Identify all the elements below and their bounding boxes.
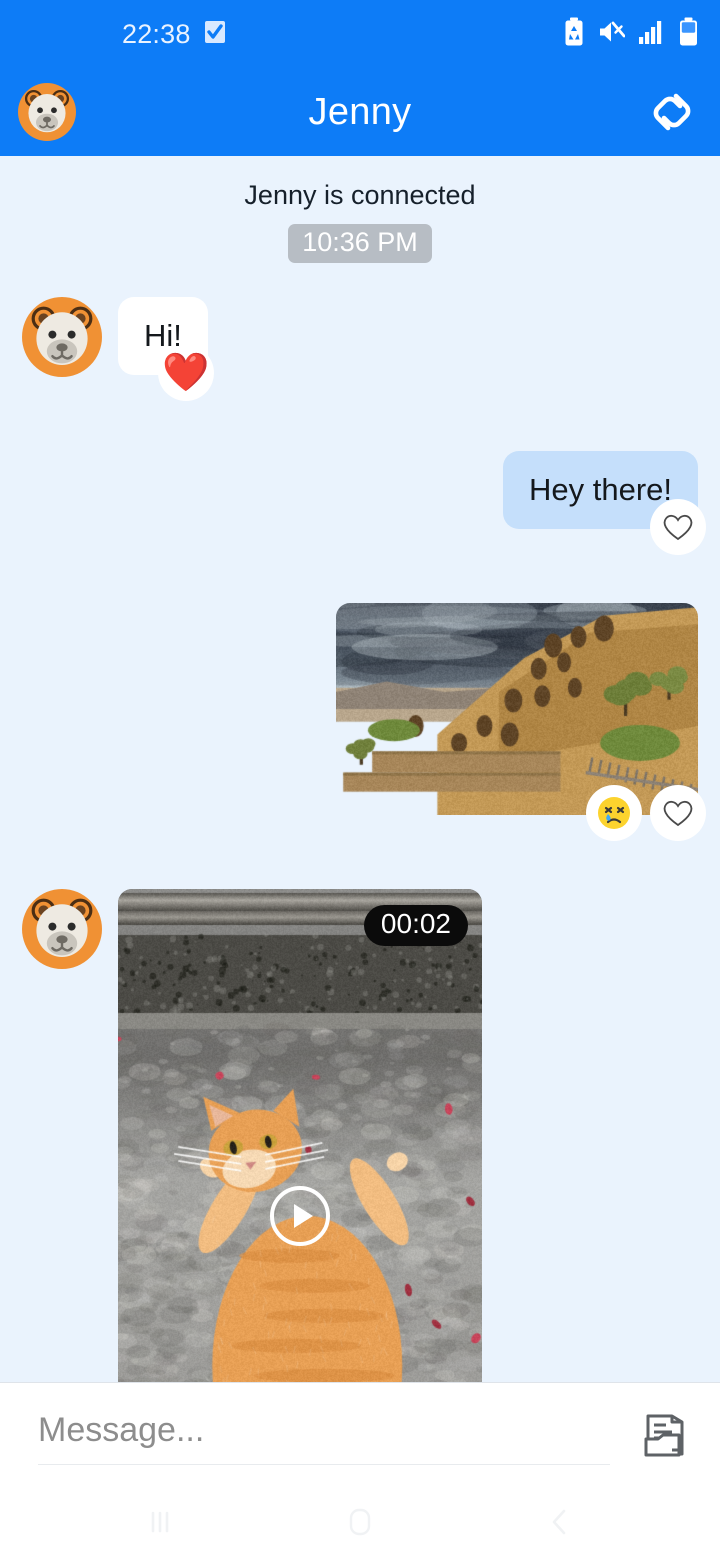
home-button[interactable]: [315, 1492, 405, 1552]
heart-outline-reaction[interactable]: [650, 499, 706, 556]
crying-face-reaction[interactable]: [586, 785, 642, 842]
reaction-list: [586, 785, 706, 842]
link-icon[interactable]: [642, 82, 702, 142]
back-chevron-icon[interactable]: [515, 1492, 605, 1552]
signal-bars-icon: [638, 19, 666, 50]
message-row-incoming-video: 00:02: [0, 889, 720, 1382]
avatar[interactable]: [22, 889, 102, 970]
chat-screen: 22:38 Jenny Jenny is connected 10:36 PM …: [0, 0, 720, 1560]
heart-filled-reaction[interactable]: ❤️: [157, 345, 214, 402]
reaction-list: [650, 499, 706, 556]
message-list[interactable]: Jenny is connected 10:36 PM Hi! ❤️ Hey t…: [0, 156, 720, 1382]
page-title: Jenny: [308, 90, 412, 133]
battery-icon: [679, 17, 698, 52]
bubble-wrap: Hi! ❤️: [118, 297, 214, 402]
bubble-wrap: [336, 603, 706, 842]
power-saving-battery-icon: [564, 17, 584, 52]
time-divider: 10:36 PM: [0, 224, 720, 263]
message-row-incoming-text: Hi! ❤️: [0, 297, 720, 402]
message-composer: [0, 1382, 720, 1484]
heart-outline-reaction[interactable]: [650, 785, 706, 842]
task-checkbox-icon: [203, 19, 227, 50]
photo-thumbnail: [336, 603, 698, 816]
play-icon[interactable]: [269, 1185, 331, 1247]
status-bar: 22:38: [0, 0, 720, 68]
system-nav-bar: [0, 1484, 720, 1560]
video-duration-badge: 00:02: [363, 905, 468, 946]
chat-header: Jenny: [0, 68, 720, 156]
status-bar-right: [564, 17, 698, 52]
video-message[interactable]: 00:02: [118, 889, 482, 1382]
status-bar-left: 22:38: [122, 19, 227, 50]
bubble-wrap: Hey there!: [502, 451, 706, 556]
document-attachment-icon[interactable]: [628, 1399, 698, 1469]
bubble-wrap: 00:02: [118, 889, 482, 1382]
sound-muted-icon: [597, 19, 626, 50]
message-input[interactable]: [38, 1402, 610, 1465]
avatar[interactable]: [18, 83, 76, 141]
message-row-outgoing-image: [0, 603, 720, 842]
recents-button[interactable]: [115, 1492, 205, 1552]
system-note: Jenny is connected: [244, 180, 476, 210]
status-time: 22:38: [122, 18, 191, 49]
video-thumbnail: [118, 889, 482, 1382]
message-row-outgoing-text: Hey there!: [0, 451, 720, 556]
avatar[interactable]: [22, 297, 102, 377]
time-chip: 10:36 PM: [288, 224, 432, 263]
photo-message[interactable]: [336, 603, 698, 816]
reaction-list: ❤️: [157, 345, 214, 402]
